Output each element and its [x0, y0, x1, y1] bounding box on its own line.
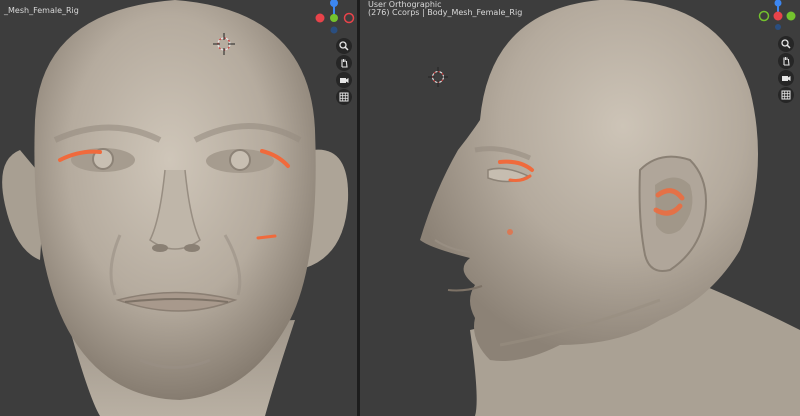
- camera-icon: [782, 76, 791, 81]
- cursor-3d-icon[interactable]: [213, 33, 235, 55]
- ortho-toggle-button[interactable]: [778, 87, 794, 103]
- object-label: (276) Ccorps | Body_Mesh_Female_Rig: [368, 8, 523, 17]
- axis-y-icon: [330, 14, 338, 22]
- mask-stroke: [256, 234, 277, 240]
- grid-icon: [339, 92, 349, 102]
- head-side-render[interactable]: [360, 0, 800, 416]
- ortho-toggle-button[interactable]: [336, 89, 352, 105]
- axis-x-icon: [315, 13, 325, 23]
- zoom-button[interactable]: [336, 38, 352, 54]
- camera-view-button[interactable]: [336, 72, 352, 88]
- viewport-front[interactable]: _Mesh_Female_Rig: [0, 0, 357, 416]
- axis-neg-y-icon: [758, 10, 770, 22]
- hand-pan-icon: [341, 59, 348, 68]
- grid-icon: [781, 90, 791, 100]
- pan-button[interactable]: [336, 55, 352, 71]
- camera-view-button[interactable]: [778, 70, 794, 86]
- hand-pan-icon: [783, 57, 790, 66]
- axis-z-icon: [774, 0, 782, 7]
- viewport-side[interactable]: User Orthographic (276) Ccorps | Body_Me…: [360, 0, 800, 416]
- pan-button[interactable]: [778, 53, 794, 69]
- zoom-button[interactable]: [778, 36, 794, 52]
- mask-spot: [507, 229, 513, 235]
- eye-right: [229, 149, 251, 171]
- axis-gizmo[interactable]: [754, 0, 800, 30]
- object-label: _Mesh_Female_Rig: [4, 6, 79, 15]
- zoom-icon: [339, 41, 349, 51]
- axis-neg-z-icon: [775, 24, 781, 30]
- axis-neg-z-icon: [330, 26, 338, 34]
- axis-gizmo[interactable]: [312, 0, 357, 34]
- axis-y-icon: [786, 11, 796, 21]
- axis-x-icon: [773, 11, 783, 21]
- cursor-3d-icon[interactable]: [428, 67, 448, 87]
- head-front-render[interactable]: [0, 0, 357, 416]
- axis-neg-x-icon: [343, 12, 355, 24]
- zoom-icon: [781, 39, 791, 49]
- axis-z-icon: [330, 0, 338, 7]
- camera-icon: [340, 78, 349, 83]
